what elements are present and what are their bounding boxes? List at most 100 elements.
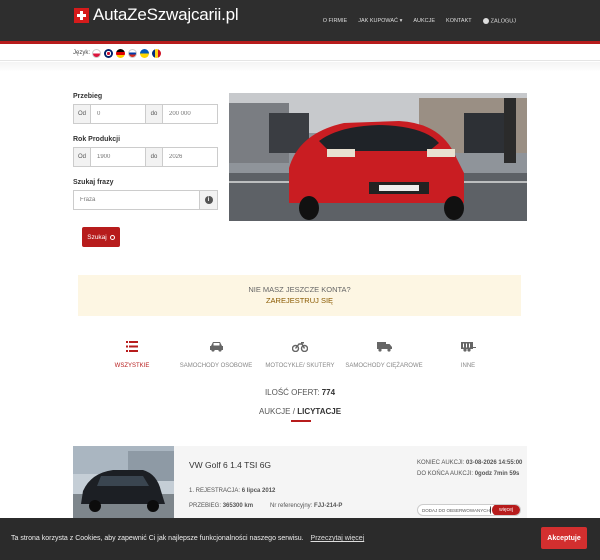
sort-option-bidding[interactable]: LICYTACJE [297, 407, 341, 416]
auction-end: KONIEC AUKCJI: 03-08-2026 14:55:00 [417, 460, 522, 466]
language-label: Język: [73, 50, 91, 56]
info-icon: i [204, 196, 213, 204]
flag-pl-icon[interactable] [92, 49, 101, 58]
tab-motorcycles[interactable]: MOTOCYKLE/ SKUTERY [258, 338, 342, 369]
time-left-label: DO KOŃCA AUKCJI: [417, 471, 474, 477]
flag-ru-icon[interactable] [128, 49, 137, 58]
register-banner[interactable]: NIE MASZ JESZCZE KONTA? ZAREJESTRUJ SIĘ [78, 275, 521, 316]
tab-cars[interactable]: SAMOCHODY OSOBOWE [174, 338, 258, 369]
toggle-knob[interactable] [489, 506, 492, 514]
auction-end-value: 03-08-2026 14:55:00 [466, 460, 523, 466]
search-button-label: Szukaj [87, 233, 107, 241]
mileage-from-input[interactable] [97, 111, 145, 117]
swiss-flag-icon [74, 7, 89, 23]
logo-text: AutaZeSzwajcarii.pl [93, 5, 239, 24]
nav-item-login-label: ZALOGUJ [490, 18, 516, 25]
year-label: Rok Produkcji [73, 136, 121, 143]
hero-car-photo [229, 93, 527, 221]
listing-card[interactable]: VW Golf 6 1.4 TSI 6G 1. REJESTRACJA: 6 l… [73, 446, 527, 526]
nav-item-how-to-buy-label: JAK KUPOWAĆ [358, 18, 399, 25]
nav-item-auctions[interactable]: AUKCJE [413, 18, 435, 24]
flag-ro-icon[interactable] [152, 49, 161, 58]
mileage-range: Od do [73, 104, 218, 124]
mileage-from-addon: Od [73, 104, 91, 124]
listing-title[interactable]: VW Golf 6 1.4 TSI 6G [189, 460, 271, 470]
site-logo[interactable]: AutaZeSzwajcarii.pl [74, 5, 239, 25]
mileage-from-field[interactable] [91, 104, 145, 124]
phrase-search: i [73, 190, 218, 210]
year-to-input[interactable] [169, 154, 217, 160]
flag-de-icon[interactable] [116, 49, 125, 58]
mileage-to-input[interactable] [169, 111, 217, 117]
phrase-info[interactable]: i [200, 190, 218, 210]
flag-en-icon[interactable] [104, 49, 113, 58]
more-button[interactable]: więcej [492, 505, 520, 515]
offer-count-value: 774 [321, 388, 336, 397]
category-tabs: WSZYSTKIE SAMOCHODY OSOBOWE MOTOCYKLE/ S… [90, 338, 510, 369]
phrase-input[interactable] [80, 197, 199, 203]
tab-cars-label: SAMOCHODY OSOBOWE [179, 363, 253, 369]
tab-all[interactable]: WSZYSTKIE [90, 338, 174, 369]
divider-strip [0, 62, 600, 72]
cookie-accept-button[interactable]: Akceptuje [541, 527, 587, 549]
register-question: NIE MASZ JESZCZE KONTA? [248, 285, 351, 294]
tab-motorcycles-label: MOTOCYKLE/ SKUTERY [265, 363, 335, 369]
tab-all-label: WSZYSTKIE [114, 363, 150, 369]
language-bar: Język: [0, 47, 600, 61]
watch-toggle[interactable]: DODAJ DO OBSERWOWANYCH więcej [417, 504, 521, 516]
tab-other[interactable]: INNE [426, 338, 510, 369]
search-button[interactable]: Szukaj [82, 227, 120, 247]
search-icon [109, 234, 115, 240]
nav-item-login[interactable]: ZALOGUJ [482, 18, 516, 25]
nav-item-about[interactable]: O FIRMIE [323, 18, 347, 24]
registration-label: 1. REJESTRACJA: [189, 488, 241, 494]
flag-ua-icon[interactable] [140, 49, 149, 58]
cookie-read-more-link[interactable]: Przeczytaj więcej [311, 535, 365, 542]
top-navbar: AutaZeSzwajcarii.pl O FIRMIE JAK KUPOWAĆ… [0, 0, 600, 44]
year-to-addon: do [145, 147, 163, 167]
user-icon [482, 18, 489, 24]
language-flags [92, 49, 161, 58]
offer-count: ILOŚĆ OFERT: 774 [0, 388, 600, 397]
cookie-text: Ta strona korzysta z Cookies, aby zapewn… [11, 535, 364, 542]
tab-trucks[interactable]: SAMOCHODY CIĘŻAROWE [342, 338, 426, 369]
mileage-to-field[interactable] [163, 104, 218, 124]
chevron-down-icon: ▾ [399, 18, 403, 25]
nav-item-contact[interactable]: KONTAKT [446, 18, 472, 24]
mileage-to-addon: do [145, 104, 163, 124]
registration-value: 6 lipca 2012 [241, 488, 276, 494]
reference-value: FJJ-214-P [314, 503, 343, 509]
sort-option-auctions[interactable]: AUKCJE [259, 407, 291, 416]
listing-registration: 1. REJESTRACJA: 6 lipca 2012 [189, 488, 275, 494]
reference-label: Nr referencyjny: [270, 503, 313, 509]
tab-other-label: INNE [460, 363, 476, 369]
motorcycle-icon [292, 338, 308, 354]
year-to-field[interactable] [163, 147, 218, 167]
sort-separator: / [292, 407, 295, 416]
watch-label: DODAJ DO OBSERWOWANYCH [422, 507, 490, 513]
sort-underline [291, 420, 311, 422]
year-from-field[interactable] [91, 147, 145, 167]
cookie-message: Ta strona korzysta z Cookies, aby zapewn… [11, 535, 304, 542]
year-range: Od do [73, 147, 218, 167]
phrase-field[interactable] [73, 190, 200, 210]
nav-item-how-to-buy[interactable]: JAK KUPOWAĆ ▾ [358, 18, 402, 24]
car-icon [209, 338, 224, 354]
offer-count-label: ILOŚĆ OFERT: [264, 388, 320, 397]
truck-icon [376, 338, 392, 354]
trailer-icon [460, 338, 476, 354]
phrase-label: Szukaj frazy [73, 179, 114, 186]
tab-trucks-label: SAMOCHODY CIĘŻAROWE [345, 363, 423, 369]
mileage-label: Przebieg [73, 93, 103, 100]
listing-mileage: PRZEBIEG: 365300 km [189, 503, 253, 509]
listing-image[interactable] [73, 446, 174, 520]
listing-car-photo [73, 446, 174, 520]
year-from-input[interactable] [97, 154, 145, 160]
register-link[interactable]: ZAREJESTRUJ SIĘ [78, 296, 521, 305]
search-filters: Przebieg Od do Rok Produkcji Od do Szuka… [73, 93, 218, 210]
time-left-value: 0godz 7min 59s [474, 471, 520, 477]
auction-end-label: KONIEC AUKCJI: [417, 460, 465, 466]
hero-image [229, 93, 527, 221]
main-nav: O FIRMIE JAK KUPOWAĆ ▾ AUKCJE KONTAKT ZA… [323, 18, 516, 24]
year-from-addon: Od [73, 147, 91, 167]
